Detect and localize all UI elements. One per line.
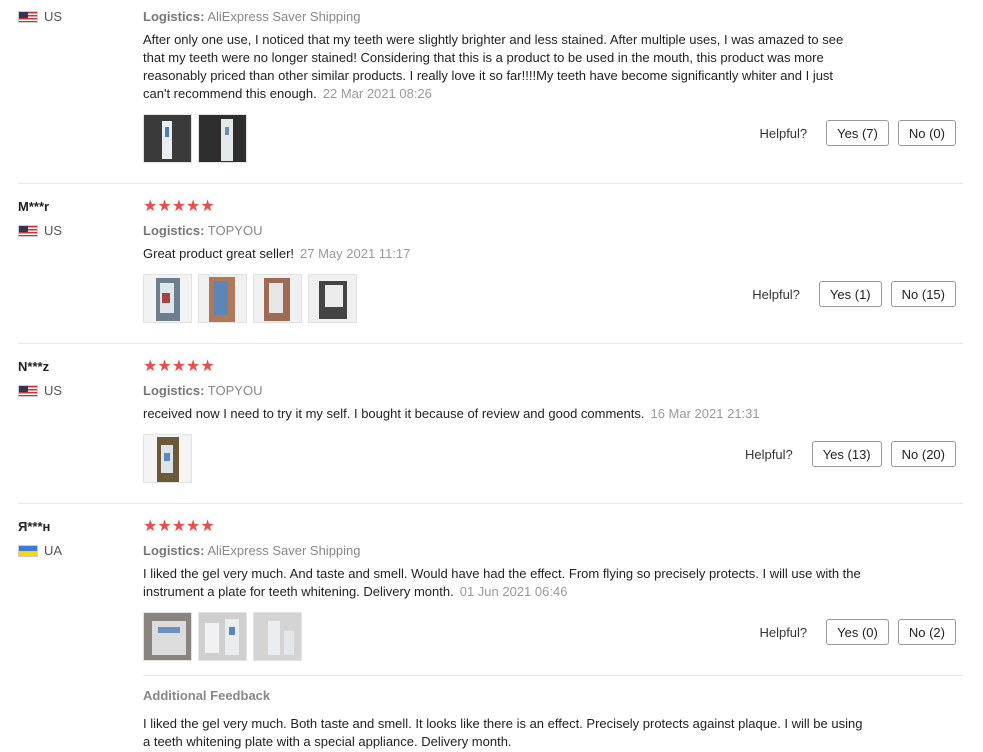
- helpful-no-button[interactable]: No (0): [897, 120, 956, 146]
- helpful-no-button[interactable]: No (20): [890, 441, 956, 467]
- logistics-line: Logistics: AliExpress Saver Shipping: [143, 543, 863, 558]
- helpful-yes-button[interactable]: Yes (7): [826, 120, 889, 146]
- review-content: ★★★★★ Logistics: AliExpress Saver Shippi…: [143, 519, 863, 601]
- reviewer-country: US: [18, 223, 62, 238]
- helpful-no-button[interactable]: No (15): [890, 281, 956, 307]
- logistics-line: Logistics: TOPYOU: [143, 383, 863, 398]
- feedback-divider: [143, 675, 963, 676]
- review-body: received now I need to try it my self. I…: [143, 406, 645, 421]
- review-photo[interactable]: [198, 114, 247, 163]
- review-photo[interactable]: [198, 612, 247, 661]
- logistics-value: AliExpress Saver Shipping: [207, 9, 361, 24]
- star-rating-icon: ★★★★★: [143, 518, 215, 535]
- review-text: Great product great seller! 27 May 2021 1…: [143, 245, 863, 263]
- review-date: 16 Mar 2021 21:31: [650, 406, 760, 421]
- review-photo[interactable]: [143, 274, 192, 323]
- review-photos: [143, 274, 357, 323]
- reviewer-info: M***r US: [18, 199, 62, 238]
- review-photo[interactable]: [143, 612, 192, 661]
- helpful-label: Helpful?: [745, 446, 793, 462]
- us-flag-icon: [18, 10, 38, 23]
- reviewer-info: N***z US: [18, 359, 62, 398]
- review-divider: [18, 503, 963, 504]
- logistics-line: Logistics: AliExpress Saver Shipping: [143, 9, 863, 24]
- logistics-label: Logistics:: [143, 383, 205, 398]
- review-photo[interactable]: [143, 434, 192, 483]
- review-photos: [143, 612, 302, 661]
- review-photo[interactable]: [253, 612, 302, 661]
- helpful-yes-button[interactable]: Yes (0): [826, 619, 889, 645]
- star-rating-icon: ★★★★★: [143, 358, 215, 375]
- review-content: Logistics: AliExpress Saver Shipping Aft…: [143, 9, 863, 103]
- helpful-label: Helpful?: [759, 125, 808, 141]
- review-date: 01 Jun 2021 06:46: [459, 584, 568, 599]
- reviewer-country: US: [18, 9, 62, 24]
- ua-flag-icon: [18, 544, 38, 557]
- additional-feedback-text: I liked the gel very much. Both taste an…: [143, 716, 863, 749]
- helpful-voting: Helpful? Yes (0) No (2): [759, 619, 956, 645]
- helpful-yes-button[interactable]: Yes (13): [811, 441, 882, 467]
- helpful-yes-button[interactable]: Yes (1): [818, 281, 882, 307]
- helpful-voting: Helpful? Yes (13) No (20): [745, 441, 956, 467]
- review-photo[interactable]: [143, 114, 192, 163]
- review-photos: [143, 434, 192, 483]
- review-content: ★★★★★ Logistics: TOPYOU received now I n…: [143, 359, 863, 423]
- logistics-value: TOPYOU: [207, 223, 263, 238]
- review-photos: [143, 114, 247, 163]
- helpful-voting: Helpful? Yes (1) No (15): [752, 281, 956, 307]
- logistics-label: Logistics:: [143, 223, 205, 238]
- country-code: US: [44, 9, 63, 24]
- country-code: US: [44, 223, 63, 238]
- reviewer-info: US: [18, 9, 62, 24]
- reviewer-name: N***z: [18, 359, 50, 374]
- country-code: US: [44, 383, 63, 398]
- reviewer-name: Я***н: [18, 519, 51, 534]
- review-photo[interactable]: [198, 274, 247, 323]
- reviewer-country: UA: [18, 543, 62, 558]
- logistics-line: Logistics: TOPYOU: [143, 223, 863, 238]
- review-photo[interactable]: [253, 274, 302, 323]
- review-body: After only one use, I noticed that my te…: [143, 32, 844, 101]
- review-divider: [18, 343, 963, 344]
- star-rating-icon: ★★★★★: [143, 198, 215, 215]
- us-flag-icon: [18, 224, 38, 237]
- us-flag-icon: [18, 384, 38, 397]
- review-date: 22 Mar 2021 08:26: [322, 86, 432, 101]
- reviewer-country: US: [18, 383, 62, 398]
- additional-feedback-title: Additional Feedback: [143, 688, 271, 703]
- review-text: After only one use, I noticed that my te…: [143, 31, 863, 103]
- review-body: Great product great seller!: [143, 246, 295, 261]
- helpful-voting: Helpful? Yes (7) No (0): [759, 120, 956, 146]
- review-text: I liked the gel very much. And taste and…: [143, 565, 863, 601]
- helpful-no-button[interactable]: No (2): [897, 619, 956, 645]
- reviewer-info: Я***н UA: [18, 519, 62, 558]
- additional-feedback: I liked the gel very much. Both taste an…: [143, 715, 863, 751]
- logistics-label: Logistics:: [143, 543, 205, 558]
- logistics-label: Logistics:: [143, 9, 205, 24]
- review-content: ★★★★★ Logistics: TOPYOU Great product gr…: [143, 199, 863, 263]
- logistics-value: AliExpress Saver Shipping: [207, 543, 361, 558]
- logistics-value: TOPYOU: [207, 383, 263, 398]
- country-code: UA: [44, 543, 63, 558]
- review-photo[interactable]: [308, 274, 357, 323]
- review-date: 27 May 2021 11:17: [300, 246, 411, 261]
- helpful-label: Helpful?: [759, 624, 808, 640]
- review-text: received now I need to try it my self. I…: [143, 405, 863, 423]
- review-divider: [18, 183, 963, 184]
- reviewer-name: M***r: [18, 199, 50, 214]
- helpful-label: Helpful?: [752, 286, 800, 302]
